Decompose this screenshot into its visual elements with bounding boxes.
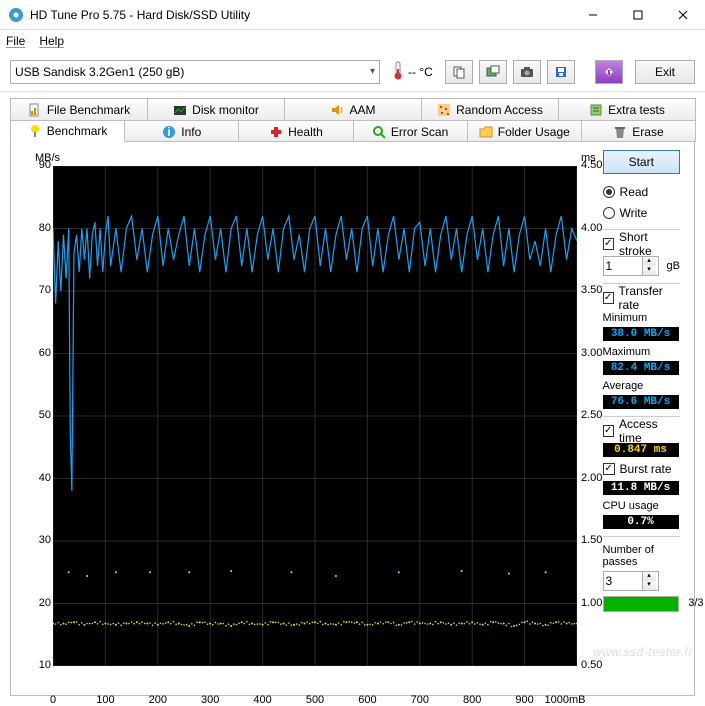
maximize-button[interactable] [615, 0, 660, 30]
random-access-icon [437, 103, 451, 117]
progress-bar: 3/3 [603, 596, 679, 612]
screenshot-button[interactable] [513, 60, 541, 84]
minimize-button[interactable] [570, 0, 615, 30]
watermark: www.ssd-tester.fr [593, 645, 693, 659]
passes-input[interactable]: 3▴▾ [603, 571, 659, 591]
avg-label: Average [603, 380, 680, 392]
copy-screenshot-button[interactable] [479, 60, 507, 84]
tab-erase[interactable]: Erase [581, 120, 696, 142]
max-value: 82.4 MB/s [603, 361, 679, 375]
speaker-icon [330, 103, 344, 117]
folder-icon [479, 125, 493, 139]
min-value: 38.0 MB/s [603, 327, 679, 341]
thermometer-icon [392, 60, 404, 83]
start-button[interactable]: Start [603, 150, 680, 174]
read-radio[interactable]: Read [603, 183, 680, 201]
error-scan-icon [372, 125, 386, 139]
max-label: Maximum [603, 346, 680, 358]
burst-rate-checkbox[interactable]: ✓Burst rate [603, 460, 680, 478]
exit-button[interactable]: Exit [635, 60, 695, 84]
chevron-down-icon: ▾ [370, 66, 375, 77]
options-button[interactable] [595, 60, 623, 84]
avg-value: 76.6 MB/s [603, 395, 679, 409]
info-icon: i [162, 125, 176, 139]
copy-info-button[interactable] [445, 60, 473, 84]
passes-label: Number of passes [603, 544, 680, 568]
trash-icon [613, 125, 627, 139]
health-icon [269, 125, 283, 139]
tabs: File Benchmark Disk monitor AAM Random A… [0, 92, 705, 142]
access-time-checkbox[interactable]: ✓Access time [603, 422, 680, 440]
drive-select-value: USB Sandisk 3.2Gen1 (250 gB) [15, 65, 184, 79]
tab-folder-usage[interactable]: Folder Usage [467, 120, 582, 142]
access-value: 0.847 ms [603, 443, 679, 457]
tab-row-top: File Benchmark Disk monitor AAM Random A… [10, 98, 695, 120]
short-stroke-input[interactable]: 1▴▾ [603, 256, 659, 276]
toolbar: USB Sandisk 3.2Gen1 (250 gB) ▾ -- °C Exi… [0, 52, 705, 92]
tab-file-benchmark[interactable]: File Benchmark [10, 98, 148, 120]
min-label: Minimum [603, 312, 680, 324]
menubar: File Help [0, 30, 705, 52]
tab-disk-monitor[interactable]: Disk monitor [147, 98, 285, 120]
cpu-label: CPU usage [603, 500, 680, 512]
write-radio[interactable]: Write [603, 204, 680, 222]
extra-tests-icon [589, 103, 603, 117]
temperature-value: -- °C [408, 65, 433, 79]
tab-info[interactable]: iInfo [124, 120, 239, 142]
close-button[interactable] [660, 0, 705, 30]
drive-select[interactable]: USB Sandisk 3.2Gen1 (250 gB) ▾ [10, 60, 380, 84]
tab-extra-tests[interactable]: Extra tests [558, 98, 696, 120]
svg-text:i: i [168, 125, 171, 139]
burst-value: 11.8 MB/s [603, 481, 679, 495]
tab-random-access[interactable]: Random Access [421, 98, 559, 120]
tab-benchmark[interactable]: Benchmark [10, 120, 125, 142]
titlebar: HD Tune Pro 5.75 - Hard Disk/SSD Utility [0, 0, 705, 30]
tab-error-scan[interactable]: Error Scan [353, 120, 468, 142]
tab-aam[interactable]: AAM [284, 98, 422, 120]
disk-monitor-icon [173, 103, 187, 117]
temperature-display: -- °C [392, 60, 433, 83]
window-title: HD Tune Pro 5.75 - Hard Disk/SSD Utility [30, 8, 570, 22]
cpu-value: 0.7% [603, 515, 679, 529]
progress-label: 3/3 [688, 597, 703, 609]
file-benchmark-icon [28, 103, 42, 117]
menu-help[interactable]: Help [39, 34, 64, 48]
app-icon [8, 7, 24, 23]
tab-health[interactable]: Health [238, 120, 353, 142]
transfer-rate-checkbox[interactable]: ✓Transfer rate [603, 289, 680, 307]
short-stroke-checkbox[interactable]: ✓Short stroke [603, 235, 680, 253]
menu-file[interactable]: File [6, 34, 25, 48]
benchmark-icon [28, 124, 42, 138]
benchmark-chart: MB/s ms 1020304050607080900.501.001.502.… [21, 150, 593, 690]
tab-row-bottom: Benchmark iInfo Health Error Scan Folder… [10, 120, 695, 142]
save-button[interactable] [547, 60, 575, 84]
content-area: MB/s ms 1020304050607080900.501.001.502.… [10, 141, 695, 696]
